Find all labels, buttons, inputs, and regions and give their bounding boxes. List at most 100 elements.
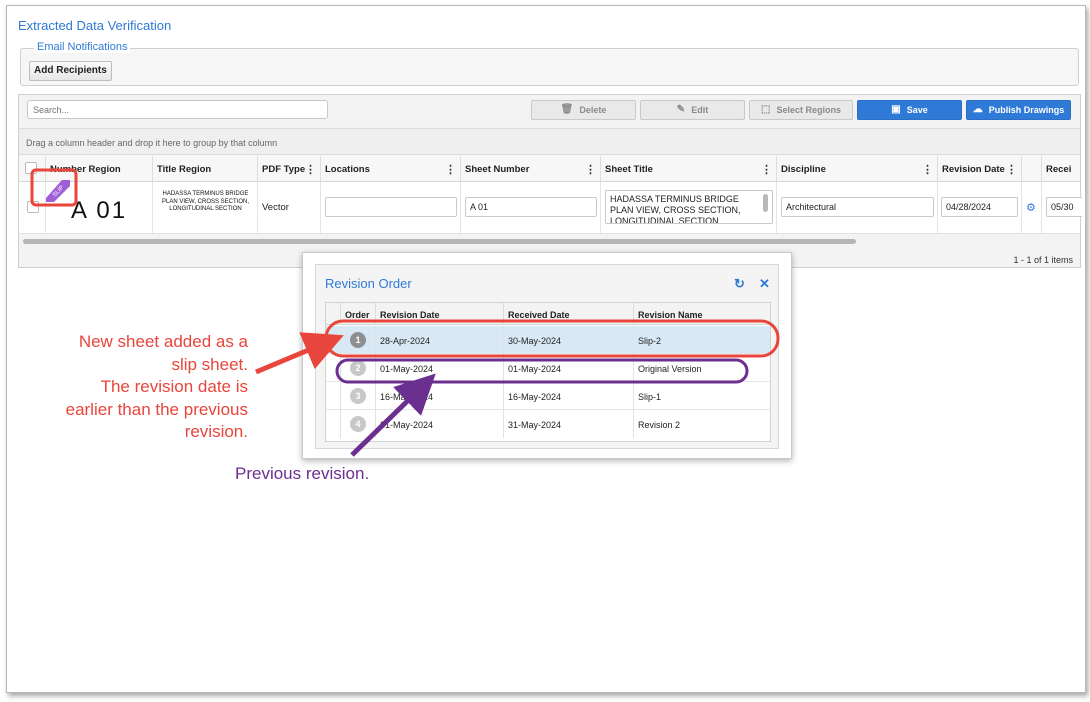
column-label: Number Region xyxy=(50,164,121,175)
revision-row[interactable]: 1 28-Apr-2024 30-May-2024 Slip-2 xyxy=(326,326,770,354)
page-title: Extracted Data Verification xyxy=(18,18,172,33)
revision-order-table: Order Revision Date Received Date Revisi… xyxy=(325,302,771,442)
publish-drawings-button[interactable]: ☁ Publish Drawings xyxy=(966,100,1071,120)
column-menu-icon[interactable]: ⋮ xyxy=(761,163,772,176)
column-menu-icon[interactable]: ⋮ xyxy=(585,163,596,176)
pencil-icon: ✎ xyxy=(676,104,686,115)
revision-order-panel: Revision Order ↻ ✕ Order Revision Date R… xyxy=(315,264,779,449)
revision-name-cell: Slip-1 xyxy=(638,392,662,402)
gear-icon[interactable]: ⚙ xyxy=(1026,201,1036,214)
drag-handle[interactable] xyxy=(326,326,341,354)
received-date-cell: 01-May-2024 xyxy=(504,354,634,382)
column-header-discipline[interactable]: Discipline ⋮ xyxy=(777,156,938,182)
textarea-scrollbar[interactable] xyxy=(763,194,768,212)
pager-info: 1 - 1 of 1 items xyxy=(1013,255,1073,265)
column-menu-icon[interactable]: ⋮ xyxy=(922,163,933,176)
delete-button[interactable]: 🗑 Delete xyxy=(531,100,636,120)
edit-label: Edit xyxy=(691,105,709,115)
discipline-input[interactable]: Architectural xyxy=(781,197,934,217)
column-header-revision-date[interactable]: Revision Date ⋮ xyxy=(938,156,1022,182)
sheets-grid: 🗑 Delete ✎ Edit ⬚ Select Regions ▣ Save … xyxy=(18,94,1082,268)
sheet-number-cell: A 01 xyxy=(461,182,601,234)
order-badge: 3 xyxy=(350,388,366,404)
sheet-number-input[interactable]: A 01 xyxy=(465,197,597,217)
horizontal-scrollbar[interactable] xyxy=(23,239,1075,245)
annotation-line: revision. xyxy=(184,422,248,441)
revision-date-cell: 28-Apr-2024 xyxy=(376,326,504,354)
select-all-checkbox[interactable] xyxy=(25,162,37,174)
column-header-sheet-title[interactable]: Sheet Title ⋮ xyxy=(601,156,777,182)
column-header-locations[interactable]: Locations ⋮ xyxy=(321,156,461,182)
revision-date-cell: 16-May-2024 xyxy=(376,382,504,410)
column-header-received-date[interactable]: Received Date xyxy=(504,303,634,325)
sheet-title-cell: HADASSA TERMINUS BRIDGE PLAN VIEW, CROSS… xyxy=(601,182,777,234)
title-region-cell[interactable]: HADASSA TERMINUS BRIDGE PLAN VIEW, CROSS… xyxy=(153,182,258,234)
order-badge: 2 xyxy=(350,360,366,376)
revision-date-cell: 01-May-2024 xyxy=(376,354,504,382)
annotation-red-callout: New sheet added as a slip sheet. The rev… xyxy=(8,331,248,444)
delete-label: Delete xyxy=(579,105,607,115)
select-regions-label: Select Regions xyxy=(776,105,841,115)
received-date-cell: 05/30 xyxy=(1042,182,1082,234)
revision-row[interactable]: 4 31-May-2024 31-May-2024 Revision 2 xyxy=(326,410,770,438)
table-row[interactable]: A 01 HADASSA TERMINUS BRIDGE PLAN VIEW, … xyxy=(19,182,1082,234)
revision-row[interactable]: 2 01-May-2024 01-May-2024 Original Versi… xyxy=(326,354,770,382)
column-menu-icon[interactable]: ⋮ xyxy=(445,163,456,176)
edit-button[interactable]: ✎ Edit xyxy=(640,100,745,120)
column-header-order[interactable]: Order xyxy=(341,303,376,325)
drag-handle[interactable] xyxy=(326,382,341,410)
order-badge: 4 xyxy=(350,416,366,432)
column-label: PDF Type xyxy=(262,164,306,175)
scrollbar-thumb[interactable] xyxy=(23,239,856,244)
sheet-title-textarea[interactable]: HADASSA TERMINUS BRIDGE PLAN VIEW, CROSS… xyxy=(605,190,773,224)
email-notifications-group: Email Notifications Add Recipients xyxy=(20,41,1079,86)
revision-date-cell: 31-May-2024 xyxy=(376,410,504,438)
trash-icon: 🗑 xyxy=(560,104,574,115)
group-by-hint[interactable]: Drag a column header and drop it here to… xyxy=(19,128,1080,155)
annotation-line: New sheet added as a xyxy=(78,332,248,351)
drag-handle[interactable] xyxy=(326,410,341,438)
locations-input[interactable] xyxy=(325,197,457,217)
revision-row[interactable]: 3 16-May-2024 16-May-2024 Slip-1 xyxy=(326,382,770,410)
revision-name-cell: Slip-2 xyxy=(638,336,662,346)
email-notifications-legend: Email Notifications xyxy=(34,41,131,53)
column-menu-icon[interactable]: ⋮ xyxy=(305,163,316,176)
column-header-pdf-type[interactable]: PDF Type ⋮ xyxy=(258,156,321,182)
column-header-sheet-number[interactable]: Sheet Number ⋮ xyxy=(461,156,601,182)
revision-name-cell: Revision 2 xyxy=(638,420,681,430)
locations-cell xyxy=(321,182,461,234)
save-button[interactable]: ▣ Save xyxy=(857,100,962,120)
column-header-revision-name[interactable]: Revision Name xyxy=(634,303,772,325)
column-label: Sheet Number xyxy=(465,164,530,175)
received-date-cell: 31-May-2024 xyxy=(504,410,634,438)
revision-order-dialog: Revision Order ↻ ✕ Order Revision Date R… xyxy=(302,252,792,459)
order-badge: 1 xyxy=(350,332,366,348)
annotation-line: slip sheet. xyxy=(171,354,248,374)
refresh-icon[interactable]: ↻ xyxy=(734,276,745,292)
column-label: Sheet Title xyxy=(605,164,653,175)
number-region-image-text: A 01 xyxy=(71,197,128,224)
column-header-received[interactable]: Recei xyxy=(1042,156,1082,182)
received-date-input[interactable]: 05/30 xyxy=(1046,197,1082,217)
column-label: Revision Date xyxy=(942,164,1005,175)
revision-date-cell: 04/28/2024 xyxy=(938,182,1022,234)
select-regions-button[interactable]: ⬚ Select Regions xyxy=(749,100,853,120)
row-actions-cell: ⚙ xyxy=(1022,182,1042,234)
slip-badge: SLIP xyxy=(46,180,70,202)
column-header-revision-date[interactable]: Revision Date xyxy=(376,303,504,325)
pdf-type-cell: Vector xyxy=(258,182,321,234)
received-date-cell: 30-May-2024 xyxy=(504,326,634,354)
revision-table-header: Order Revision Date Received Date Revisi… xyxy=(326,303,770,325)
select-regions-icon: ⬚ xyxy=(761,104,771,115)
close-icon[interactable]: ✕ xyxy=(759,276,770,292)
column-header-title-region[interactable]: Title Region xyxy=(153,156,258,182)
drag-handle[interactable] xyxy=(326,354,341,382)
revision-date-input[interactable]: 04/28/2024 xyxy=(941,197,1018,217)
pdf-type-value: Vector xyxy=(262,202,289,213)
search-input[interactable] xyxy=(27,100,328,119)
add-recipients-button[interactable]: Add Recipients xyxy=(29,61,112,81)
column-label: Locations xyxy=(325,164,370,175)
column-label: Title Region xyxy=(157,164,212,175)
column-menu-icon[interactable]: ⋮ xyxy=(1006,163,1017,176)
row-checkbox[interactable] xyxy=(27,201,39,213)
